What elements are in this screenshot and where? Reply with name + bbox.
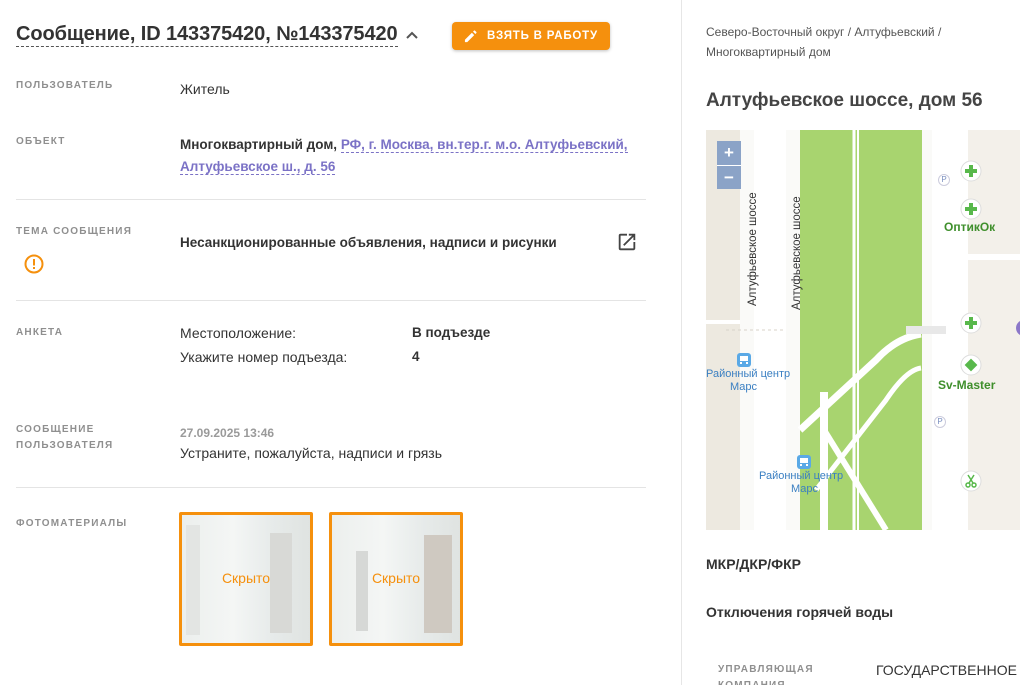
divider [16,199,646,200]
scissors-icon[interactable] [960,470,982,497]
breadcrumb-line-2[interactable]: Многоквартирный дом [706,42,1006,62]
divider [16,300,646,301]
zoom-in-button[interactable]: + [717,141,741,165]
street-label: Алтуфьевское шоссе [791,196,803,310]
address-heading: Алтуфьевское шоссе, дом 56 [706,90,983,111]
zoom-out-button[interactable]: − [717,165,741,189]
user-message-label-line2: ПОЛЬЗОВАТЕЛЯ [16,440,114,451]
open-external-icon[interactable] [616,231,638,258]
user-value: Житель [180,81,230,97]
bus-stop-label-line1: Районный центр [759,470,844,482]
take-to-work-button[interactable]: ВЗЯТЬ В РАБОТУ [452,22,610,50]
user-message-row: СООБЩЕНИЕ ПОЛЬЗОВАТЕЛЯ 27.09.2025 13:46 … [16,422,646,472]
topic-label: ТЕМА СООБЩЕНИЯ [16,226,133,237]
page-header: Сообщение, ID 143375420, №143375420 [16,22,420,47]
user-label: ПОЛЬЗОВАТЕЛЬ [16,80,114,91]
pharmacy-icon[interactable] [960,312,982,339]
photo-hidden-caption: Скрыто [371,570,421,586]
breadcrumb: Северо-Восточный округ / Алтуфьевский / … [706,22,1006,62]
section-mkr-heading: МКР/ДКР/ФКР [706,556,802,572]
photo-hidden-caption: Скрыто [221,570,271,586]
street-label: Алтуфьевское шоссе [747,192,759,306]
take-to-work-label: ВЗЯТЬ В РАБОТУ [487,30,598,42]
object-type: Многоквартирный дом, [180,137,338,152]
parking-icon[interactable]: P [938,174,950,186]
bus-stop-label-line1: Районный центр [706,368,791,380]
survey-answer-entrance: 4 [412,349,420,364]
bus-stop-label-line2: Марс [730,381,758,393]
bus-stop-label[interactable]: Районный центр Марс [706,368,790,394]
photo-thumbnail[interactable]: Скрыто [179,512,313,646]
pencil-icon [464,29,477,42]
object-label: ОБЪЕКТ [16,136,66,147]
topic-value: Несанкционированные объявления, надписи … [180,235,557,250]
survey-question-entrance: Укажите номер подъезда: [180,349,348,365]
survey-answer-location: В подъезде [412,325,491,340]
parking-icon[interactable]: P [934,416,946,428]
service-icon[interactable] [960,354,982,381]
location-sidebar: Северо-Восточный округ / Алтуфьевский / … [681,0,1020,685]
photo-thumbnail[interactable]: Скрыто [329,512,463,646]
breadcrumb-line-1[interactable]: Северо-Восточный округ / Алтуфьевский / [706,22,1006,42]
topic-row: ТЕМА СООБЩЕНИЯ Несанкционированные объяв… [16,224,646,294]
user-row: ПОЛЬЗОВАТЕЛЬ Житель [16,78,646,118]
bus-stop-label-line2: Марс [791,483,819,495]
chevron-up-icon[interactable] [404,27,420,43]
management-company-label: УПРАВЛЯЮЩАЯ КОМПАНИЯ [718,664,814,685]
photos-row: ФОТОМАТЕРИАЛЫ Скрыто Скрыто [16,512,646,656]
pharmacy-icon[interactable] [960,160,982,187]
section-hot-water-heading: Отключения горячей воды [706,604,894,620]
zoom-controls: + − [717,141,741,189]
poi-label[interactable]: Sv-Master [938,378,995,392]
bus-stop-label[interactable]: Районный центр Марс [759,470,843,496]
object-row: ОБЪЕКТ Многоквартирный дом, РФ, г. Москв… [16,134,646,190]
object-value: Многоквартирный дом, РФ, г. Москва, вн.т… [180,134,630,178]
message-date: 27.09.2025 13:46 [180,426,275,440]
page-title[interactable]: Сообщение, ID 143375420, №143375420 [16,22,398,47]
message-details-panel: Сообщение, ID 143375420, №143375420 ВЗЯТ… [0,0,680,685]
divider [16,487,646,488]
management-company-value: ГОСУДАРСТВЕННОЕ БЮ [876,662,1020,678]
map-widget[interactable]: Алтуфьевское шоссе Алтуфьевское шоссе + … [706,130,1020,530]
photos-label: ФОТОМАТЕРИАЛЫ [16,518,128,529]
warning-icon [24,254,44,279]
survey-question-location: Местоположение: [180,325,297,341]
message-text: Устраните, пожалуйста, надписи и грязь [180,445,443,461]
survey-row: АНКЕТА Местоположение: В подъезде Укажит… [16,325,646,385]
user-message-label-line1: СООБЩЕНИЕ [16,424,95,435]
survey-label: АНКЕТА [16,327,64,338]
poi-label[interactable]: ОптикОк [944,220,995,234]
